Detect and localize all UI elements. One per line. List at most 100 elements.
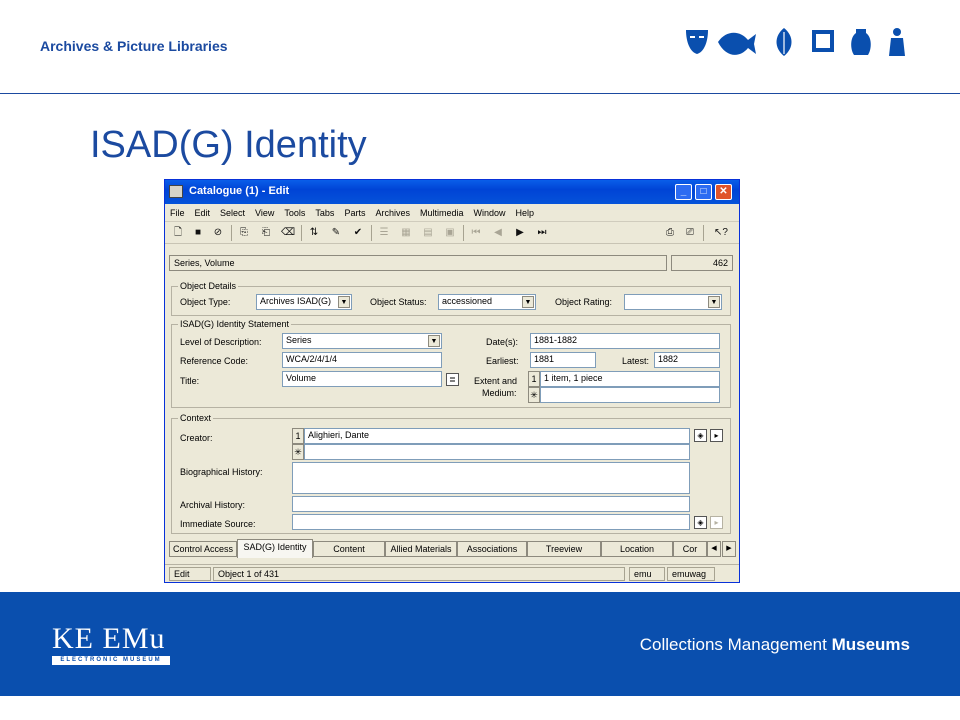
- earliest-field[interactable]: 1881: [530, 352, 596, 368]
- detach-icon[interactable]: ⎚: [683, 226, 697, 240]
- tagline-light: Collections Management: [639, 635, 832, 654]
- page-view-icon[interactable]: ▤: [421, 226, 435, 240]
- grid-view-icon[interactable]: ▦: [399, 226, 413, 240]
- creator-new-row-field[interactable]: [304, 444, 690, 460]
- identity-statement-legend: ISAD(G) Identity Statement: [178, 319, 292, 329]
- tab-scroll-right-icon[interactable]: ▶: [722, 541, 736, 557]
- window-titlebar[interactable]: Catalogue (1) - Edit _ □ ✕: [165, 180, 739, 204]
- latest-field[interactable]: 1882: [654, 352, 720, 368]
- object-status-label: Object Status:: [370, 297, 427, 307]
- maximize-button[interactable]: □: [695, 184, 712, 200]
- tab-isadg-identity[interactable]: SAD(G) Identity: [237, 539, 313, 558]
- text-editor-icon[interactable]: ≣: [446, 373, 459, 386]
- list-view-icon[interactable]: ☰: [377, 226, 391, 240]
- dates-field[interactable]: 1881-1882: [530, 333, 720, 349]
- level-of-description-label: Level of Description:: [180, 337, 262, 347]
- chevron-down-icon[interactable]: ▼: [338, 296, 350, 308]
- view-record-icon[interactable]: ▸: [710, 516, 723, 529]
- menu-tools[interactable]: Tools: [284, 208, 305, 218]
- help-pointer-icon[interactable]: ↖?: [711, 226, 731, 240]
- tab-control-access[interactable]: Control Access: [169, 541, 237, 557]
- tab-truncated[interactable]: Cor: [673, 541, 707, 557]
- footer-band: KE EMu ELECTRONIC MUSEUM Collections Man…: [0, 592, 960, 696]
- menu-window[interactable]: Window: [473, 208, 505, 218]
- leaf-icon: [776, 28, 792, 56]
- creator-field[interactable]: Alighieri, Dante: [304, 428, 690, 444]
- extent-field[interactable]: 1 item, 1 piece: [540, 371, 720, 387]
- attach-record-icon[interactable]: ◈: [694, 516, 707, 529]
- tab-content[interactable]: Content: [313, 541, 385, 557]
- extent-row-number: 1: [528, 371, 540, 387]
- image-view-icon[interactable]: ▣: [443, 226, 457, 240]
- vase-icon: [851, 29, 871, 55]
- chevron-down-icon[interactable]: ▼: [522, 296, 534, 308]
- edit-icon[interactable]: ✎: [329, 226, 343, 240]
- status-bar: Edit Object 1 of 431 emu emuwag: [165, 564, 739, 582]
- tab-allied-materials[interactable]: Allied Materials: [385, 541, 457, 557]
- close-button[interactable]: ✕: [715, 184, 732, 200]
- level-of-description-value: Series: [286, 335, 312, 345]
- chevron-down-icon[interactable]: ▼: [708, 296, 720, 308]
- new-row-icon[interactable]: ✳: [528, 387, 540, 403]
- header-rule: [0, 93, 960, 94]
- archival-history-field[interactable]: [292, 496, 690, 512]
- paste-record-icon[interactable]: ⎗: [259, 226, 273, 240]
- creator-label: Creator:: [180, 433, 213, 443]
- object-rating-select[interactable]: ▼: [624, 294, 722, 310]
- level-of-description-select[interactable]: Series ▼: [282, 333, 442, 349]
- new-row-icon[interactable]: ✳: [292, 444, 304, 460]
- object-type-select[interactable]: Archives ISAD(G) ▼: [256, 294, 352, 310]
- ke-emu-logo: KE EMu ELECTRONIC MUSEUM: [52, 624, 172, 665]
- immediate-source-field[interactable]: [292, 514, 690, 530]
- menu-parts[interactable]: Parts: [344, 208, 365, 218]
- slide: Archives & Picture Libraries ISAD(G) Ide…: [0, 0, 960, 720]
- record-summary: Series, Volume: [169, 255, 667, 271]
- next-record-icon[interactable]: ▶: [513, 226, 527, 240]
- cancel-icon[interactable]: ⊘: [211, 226, 225, 240]
- menu-tabs[interactable]: Tabs: [315, 208, 334, 218]
- latest-label: Latest:: [622, 356, 650, 366]
- menubar: File Edit Select View Tools Tabs Parts A…: [165, 204, 739, 222]
- save-icon[interactable]: ■: [191, 226, 205, 240]
- status-mode: Edit: [169, 567, 211, 581]
- biographical-history-field[interactable]: [292, 462, 690, 494]
- prev-record-icon[interactable]: ◀: [491, 226, 505, 240]
- tab-treeview[interactable]: Treeview: [527, 541, 601, 557]
- menu-edit[interactable]: Edit: [195, 208, 211, 218]
- menu-view[interactable]: View: [255, 208, 274, 218]
- tab-location[interactable]: Location: [601, 541, 673, 557]
- extent-label-line2: Medium:: [482, 388, 517, 398]
- mask-icon: [686, 30, 708, 54]
- reference-code-field[interactable]: WCA/2/4/1/4: [282, 352, 442, 368]
- spellcheck-icon[interactable]: ✔: [351, 226, 365, 240]
- object-status-value: accessioned: [442, 296, 493, 306]
- menu-multimedia[interactable]: Multimedia: [420, 208, 464, 218]
- tab-scroll-left-icon[interactable]: ◀: [707, 541, 721, 557]
- menu-help[interactable]: Help: [516, 208, 535, 218]
- view-record-icon[interactable]: ▸: [710, 429, 723, 442]
- menu-file[interactable]: File: [170, 208, 185, 218]
- menu-select[interactable]: Select: [220, 208, 245, 218]
- new-icon[interactable]: 🗋: [171, 226, 185, 240]
- tab-associations[interactable]: Associations: [457, 541, 527, 557]
- last-record-icon[interactable]: ⏭: [535, 226, 549, 240]
- attach-record-icon[interactable]: ◈: [694, 429, 707, 442]
- delete-record-icon[interactable]: ⌫: [281, 226, 295, 240]
- minimize-button[interactable]: _: [675, 184, 692, 200]
- object-details-legend: Object Details: [178, 281, 239, 291]
- chevron-down-icon[interactable]: ▼: [428, 335, 440, 347]
- reference-code-label: Reference Code:: [180, 356, 249, 366]
- toolbar: 🗋 ■ ⊘ ⎘ ⎗ ⌫ ⇅ ✎ ✔ ☰ ▦ ▤ ▣ ⏮ ◀ ▶ ⏭ ⎙ ⎚ ↖?: [165, 222, 739, 244]
- copy-record-icon[interactable]: ⎘: [237, 226, 251, 240]
- first-record-icon[interactable]: ⏮: [469, 226, 483, 240]
- menu-archives[interactable]: Archives: [375, 208, 410, 218]
- object-status-select[interactable]: accessioned ▼: [438, 294, 536, 310]
- extent-new-row-field[interactable]: [540, 387, 720, 403]
- archival-history-label: Archival History:: [180, 500, 246, 510]
- sort-icon[interactable]: ⇅: [307, 226, 321, 240]
- title-field[interactable]: Volume: [282, 371, 442, 387]
- attach-icon[interactable]: ⎙: [663, 226, 677, 240]
- header-icon-strip: [686, 28, 905, 56]
- biographical-history-label: Biographical History:: [180, 467, 263, 477]
- context-legend: Context: [178, 413, 214, 423]
